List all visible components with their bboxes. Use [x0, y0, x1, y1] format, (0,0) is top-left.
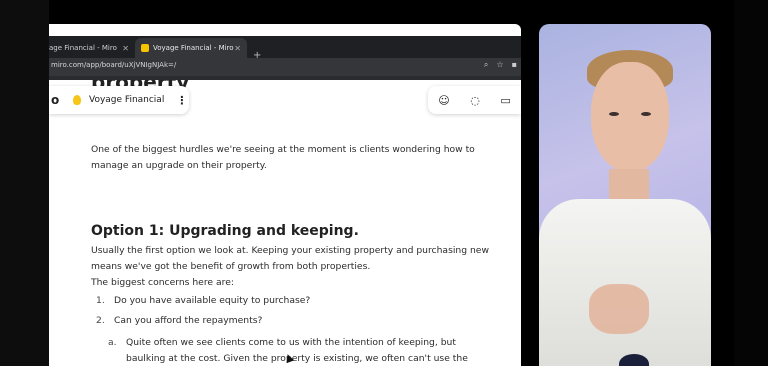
miro-board-canvas[interactable]: property o Voyage Financial ⋮ ☺ ◌ ▭ One …: [49, 80, 521, 366]
presenter-face: [591, 62, 669, 172]
tab-bar: age Financial - Miro ✕ Voyage Financial …: [49, 36, 521, 61]
option-heading: Option 1: Upgrading and keeping.: [91, 223, 359, 239]
option-paragraph: Usually the first option we look at. Kee…: [91, 245, 489, 272]
lightbulb-icon: [73, 95, 81, 105]
url-text[interactable]: miro.com/app/board/uXjVNIgNJAk=/: [51, 61, 176, 69]
webcam-feed: [539, 24, 711, 366]
board-name[interactable]: Voyage Financial: [89, 95, 164, 105]
intro-paragraph: One of the biggest hurdles we're seeing …: [91, 144, 475, 171]
address-bar-icons: ⌕ ☆ ▪: [484, 60, 517, 70]
list-item: 2. Can you afford the repayments?: [96, 315, 263, 326]
sub-list-item: a. Quite often we see clients come to us…: [108, 337, 468, 364]
list-item: 1. Do you have available equity to purcha…: [96, 295, 311, 306]
tab-label: age Financial - Miro: [49, 44, 117, 52]
reactions-icon[interactable]: ☺: [438, 94, 449, 107]
presenter-hand: [589, 284, 649, 334]
right-gutter: [734, 0, 768, 366]
left-gutter: [0, 0, 49, 366]
close-icon[interactable]: ✕: [234, 44, 241, 53]
miro-board-toolbar: o Voyage Financial ⋮: [49, 86, 189, 114]
tab-miro-2[interactable]: Voyage Financial - Miro ✕: [135, 38, 247, 58]
eye: [609, 112, 619, 116]
eye: [641, 112, 651, 116]
tab-label: Voyage Financial - Miro: [153, 44, 234, 52]
address-bar[interactable]: miro.com/app/board/uXjVNIgNJAk=/ ⌕ ☆ ▪: [49, 58, 521, 76]
comment-icon[interactable]: ◌: [470, 94, 480, 107]
miro-favicon-icon: [141, 44, 149, 52]
miro-logo[interactable]: o: [49, 93, 67, 107]
concerns-label: The biggest concerns here are:: [91, 277, 234, 288]
star-icon[interactable]: ☆: [496, 60, 503, 70]
board-menu-button[interactable]: ⋮: [176, 94, 187, 107]
zoom-icon[interactable]: ⌕: [484, 60, 488, 70]
extension-icon[interactable]: ▪: [512, 60, 517, 70]
miro-collab-toolbar: ☺ ◌ ▭: [428, 86, 521, 114]
video-icon[interactable]: ▭: [500, 94, 510, 107]
presenter-shirt: [539, 199, 711, 366]
close-icon[interactable]: ✕: [122, 44, 129, 53]
browser-window: age Financial - Miro ✕ Voyage Financial …: [49, 24, 521, 366]
tab-miro-1[interactable]: age Financial - Miro ✕: [49, 38, 135, 58]
